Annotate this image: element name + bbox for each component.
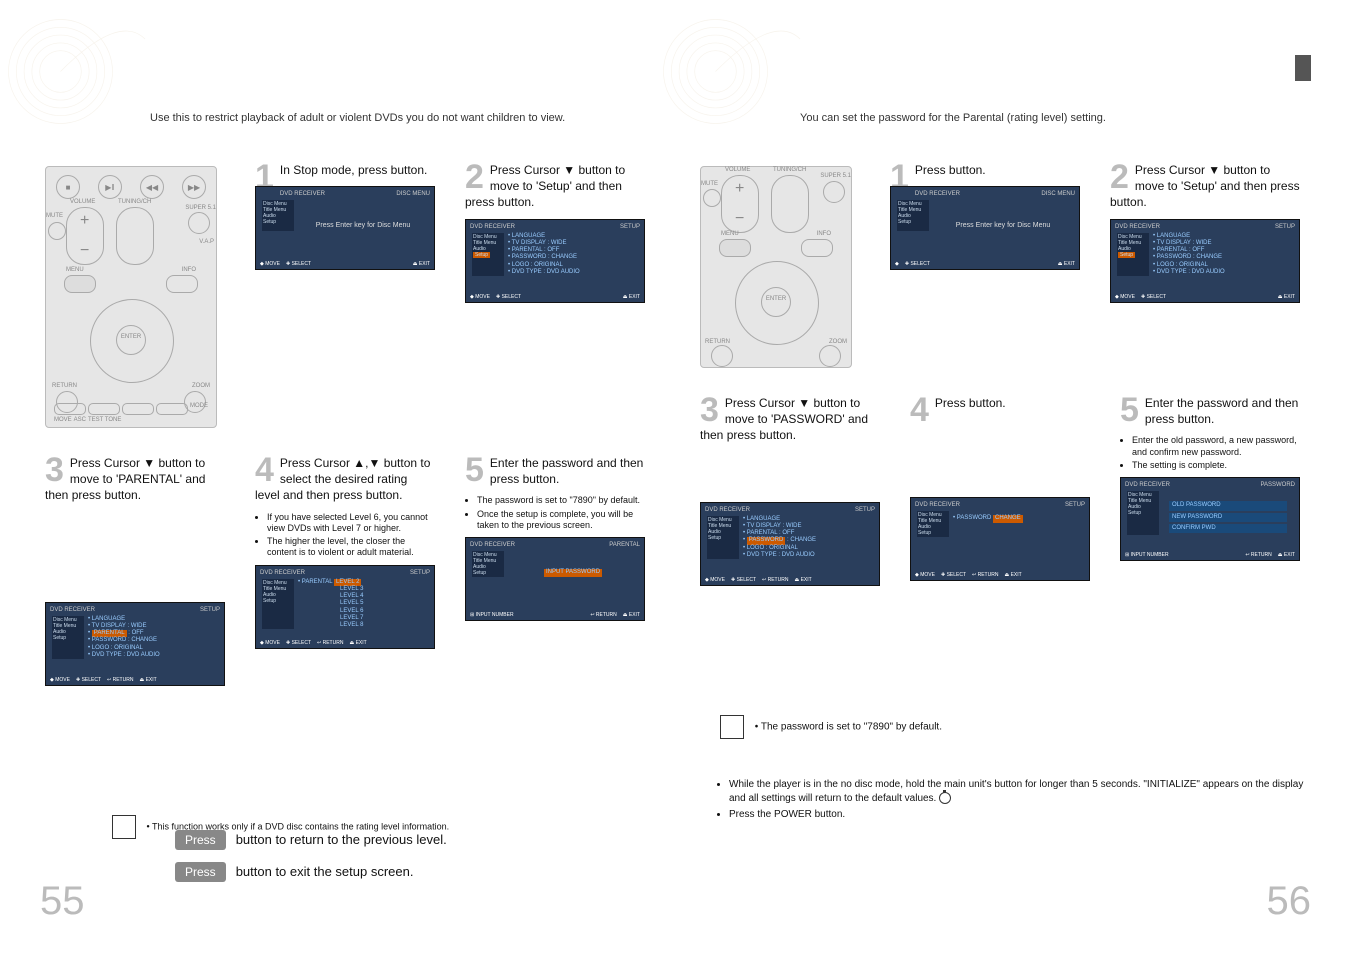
r-step4-text: Press button. [910, 393, 1090, 413]
default-password-note: • The password is set to "7890" by defau… [720, 715, 942, 739]
r-step5-text: Enter the password and then press button… [1120, 393, 1300, 429]
page55-tagline: Use this to restrict playback of adult o… [150, 112, 565, 124]
info-button-icon [801, 239, 833, 257]
step2-text: Press Cursor ▼ button to move to 'Setup'… [465, 160, 645, 213]
step-number: 4 [910, 393, 929, 427]
tv-screen-change: DVD RECEIVERSETUP Disc MenuTitle MenuAud… [910, 497, 1090, 581]
tv-screen-setup: DVD RECEIVERSETUP Disc MenuTitle MenuAud… [1110, 219, 1300, 303]
super51-icon [188, 212, 210, 234]
step1-text: In Stop mode, press button. [255, 160, 435, 180]
return-icon [711, 345, 733, 367]
decoration-swirl-right [660, 0, 810, 130]
decoration-swirl-left [5, 0, 155, 130]
step5-notes: The password is set to "7890" by default… [465, 495, 645, 531]
navigation-hints: Pressbutton to return to the previous le… [175, 830, 447, 894]
volume-rocker-icon [721, 175, 759, 233]
step5-text: Enter the password and then press button… [465, 453, 645, 489]
next-icon: ▶▶ [182, 175, 206, 199]
tv-screen-parental-hl: DVD RECEIVERSETUP Disc MenuTitle MenuAud… [45, 602, 225, 686]
manual-spread: Use this to restrict playback of adult o… [0, 0, 1351, 954]
tv-screen-disc-menu: DVD RECEIVERDISC MENU Disc MenuTitle Men… [255, 186, 435, 270]
step4-text: Press Cursor ▲,▼ button to select the de… [255, 453, 435, 506]
info-button-icon [166, 275, 198, 293]
step-number: 4 [255, 453, 274, 487]
note-box-icon [112, 815, 136, 839]
note-box-icon [720, 715, 744, 739]
page-number-left: 55 [40, 879, 85, 924]
mute-icon [703, 189, 721, 207]
menu-button-icon [64, 275, 96, 293]
tv-screen-disc-menu: DVD RECEIVERDISC MENU Disc MenuTitle Men… [890, 186, 1080, 270]
tuning-rocker-icon [771, 175, 809, 233]
step3-text: Press Cursor ▼ button to move to 'PARENT… [45, 453, 225, 506]
remote-diagram-small: ENTER VOLUME TUNING/CH MUTE SUPER 5.1 ME… [700, 166, 852, 368]
step4-notes: If you have selected Level 6, you cannot… [255, 512, 435, 559]
bottom-buttons-icon: MODE MOVE ASC TEST TONE [54, 403, 208, 423]
step-number: 5 [465, 453, 484, 487]
step-number: 2 [1110, 160, 1129, 194]
prev-icon: ◀◀ [140, 175, 164, 199]
tuning-rocker-icon [116, 207, 154, 265]
tv-screen-setup: DVD RECEIVERSETUP Disc MenuTitle MenuAud… [465, 219, 645, 303]
mute-icon [48, 222, 66, 240]
stop-button-icon [939, 792, 951, 804]
step-number: 3 [700, 393, 719, 427]
r-step2-text: Press Cursor ▼ button to move to 'Setup'… [1110, 160, 1300, 213]
menu-button-icon [719, 239, 751, 257]
press-label: Press [175, 862, 226, 882]
forgot-password-notes: While the player is in the no disc mode,… [715, 778, 1315, 824]
page-number-right: 56 [1267, 879, 1312, 924]
tv-screen-password-hl: DVD RECEIVERSETUP Disc MenuTitle MenuAud… [700, 502, 880, 586]
volume-rocker-icon [66, 207, 104, 265]
remote-diagram: ■ ▶‖ ◀◀ ▶▶ VOLUME TUNING/CH MUTE SUPER 5… [45, 166, 217, 428]
r-step5-notes: Enter the old password, a new password, … [1120, 435, 1300, 471]
step-number: 3 [45, 453, 64, 487]
enter-button-icon: ENTER [761, 287, 791, 317]
stop-icon: ■ [56, 175, 80, 199]
zoom-icon [819, 345, 841, 367]
page56-steps: ENTER VOLUME TUNING/CH MUTE SUPER 5.1 ME… [700, 160, 1300, 611]
step-number: 2 [465, 160, 484, 194]
enter-button-icon: ENTER [116, 325, 146, 355]
play-pause-icon: ▶‖ [98, 175, 122, 199]
page55-steps: ■ ▶‖ ◀◀ ▶▶ VOLUME TUNING/CH MUTE SUPER 5… [45, 160, 645, 711]
section-tab [1295, 55, 1311, 81]
press-label: Press [175, 830, 226, 850]
step-number: 5 [1120, 393, 1139, 427]
page56-tagline: You can set the password for the Parenta… [800, 112, 1106, 124]
tv-screen-input-password: DVD RECEIVERPARENTAL Disc MenuTitle Menu… [465, 537, 645, 621]
tv-screen-password-entry: DVD RECEIVERPASSWORD Disc MenuTitle Menu… [1120, 477, 1300, 561]
r-step1-text: Press button. [890, 160, 1080, 180]
r-step3-text: Press Cursor ▼ button to move to 'PASSWO… [700, 393, 880, 446]
tv-screen-levels: DVD RECEIVERSETUP Disc MenuTitle MenuAud… [255, 565, 435, 649]
super51-icon [823, 181, 845, 203]
